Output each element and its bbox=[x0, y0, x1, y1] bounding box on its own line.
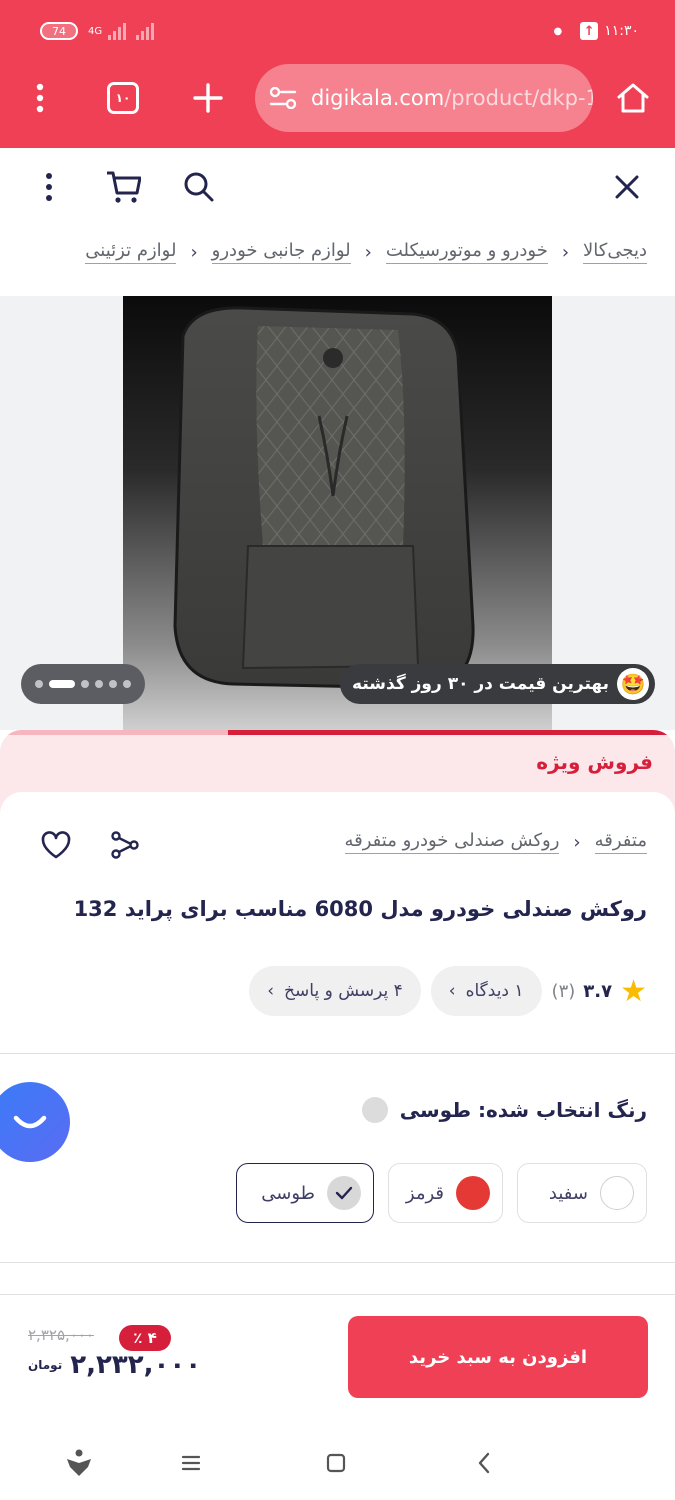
status-right: ● ↑ ۱۱:۳۰ bbox=[553, 14, 639, 48]
recent-apps-icon[interactable] bbox=[166, 1438, 216, 1488]
red-swatch bbox=[456, 1176, 490, 1210]
selected-color-swatch bbox=[361, 1097, 388, 1123]
gallery-pagination[interactable] bbox=[21, 664, 145, 704]
final-price: تومان ۲,۲۳۲,۰۰۰ bbox=[28, 1350, 201, 1380]
category-link[interactable]: روکش صندلی خودرو متفرقه bbox=[344, 830, 560, 854]
add-to-cart-button[interactable]: افزودن به سبد خرید bbox=[348, 1316, 648, 1398]
url-bar[interactable]: digikala.com/product/dkp-1 bbox=[255, 64, 593, 132]
questions-pill[interactable]: ۴ پرسش و پاسخ › bbox=[249, 966, 421, 1016]
special-sale-label: فروش ویژه bbox=[536, 750, 653, 774]
status-left: 74 4G bbox=[40, 14, 155, 48]
category-link[interactable]: متفرقه bbox=[594, 830, 647, 854]
signal-icon bbox=[108, 22, 127, 40]
accessibility-icon[interactable] bbox=[54, 1438, 104, 1488]
rating-value: ۳.۷ bbox=[583, 980, 613, 1002]
chevron-left-icon: › bbox=[267, 981, 275, 1001]
network-label: 4G bbox=[88, 25, 103, 37]
best-price-text: بهترین قیمت در ۳۰ روز گذشته bbox=[352, 674, 609, 694]
browser-chrome: 74 4G ● ↑ ۱۱:۳۰ ۱۰ digikala.com/product/… bbox=[0, 0, 675, 148]
notification-dot-icon: ● bbox=[553, 25, 563, 37]
home-button-icon[interactable] bbox=[311, 1438, 361, 1488]
color-option-label: طوسی bbox=[261, 1182, 315, 1204]
color-option-gray[interactable]: طوسی bbox=[236, 1163, 374, 1223]
chevron-left-icon: › bbox=[448, 981, 456, 1001]
color-option-white[interactable]: سفید bbox=[517, 1163, 647, 1223]
back-icon[interactable] bbox=[459, 1438, 509, 1488]
site-settings-icon[interactable] bbox=[269, 87, 297, 109]
system-navigation bbox=[0, 1424, 675, 1500]
rating-count: (۳) bbox=[551, 980, 576, 1002]
reviews-pill[interactable]: ۱ دیدگاه › bbox=[430, 966, 542, 1016]
color-option-label: قرمز bbox=[405, 1182, 444, 1204]
close-icon[interactable] bbox=[604, 164, 650, 210]
cart-icon[interactable] bbox=[100, 164, 146, 210]
more-options-icon[interactable] bbox=[26, 164, 72, 210]
product-category: متفرقه ‹ روکش صندلی خودرو متفرقه bbox=[344, 830, 647, 854]
breadcrumb-item[interactable]: لوازم تزئینی bbox=[85, 240, 177, 264]
divider bbox=[0, 1262, 675, 1263]
price-value: ۲,۲۳۲,۰۰۰ bbox=[70, 1350, 202, 1380]
product-title: روکش صندلی خودرو مدل 6080 مناسب برای پرا… bbox=[73, 897, 647, 921]
battery-icon: 74 bbox=[40, 22, 78, 40]
chevron-left-icon: ‹ bbox=[561, 241, 570, 263]
clock: ۱۱:۳۰ bbox=[604, 23, 639, 39]
search-icon[interactable] bbox=[176, 164, 222, 210]
tabs-button[interactable]: ۱۰ bbox=[97, 72, 149, 124]
breadcrumb: دیجی‌کالا ‹ خودرو و موتورسیکلت ‹ لوازم ج… bbox=[85, 240, 647, 264]
currency-label: تومان bbox=[28, 1358, 63, 1372]
battery-level: 74 bbox=[52, 24, 66, 38]
signal-icon-2 bbox=[136, 22, 155, 40]
url-path: /product/dkp-1 bbox=[444, 86, 593, 110]
check-icon bbox=[327, 1176, 361, 1210]
new-tab-icon[interactable] bbox=[182, 72, 234, 124]
breadcrumb-item[interactable]: خودرو و موتورسیکلت bbox=[385, 240, 548, 264]
breadcrumb-item[interactable]: لوازم جانبی خودرو bbox=[211, 240, 351, 264]
share-icon[interactable] bbox=[110, 830, 140, 864]
chevron-left-icon: ‹ bbox=[573, 831, 581, 853]
selected-color-text: رنگ انتخاب شده: طوسی bbox=[399, 1098, 647, 1122]
upload-icon: ↑ bbox=[580, 22, 599, 40]
divider bbox=[0, 1053, 675, 1054]
browser-menu-icon[interactable] bbox=[14, 72, 66, 124]
questions-label: ۴ پرسش و پاسخ bbox=[284, 981, 403, 1001]
white-swatch bbox=[600, 1176, 634, 1210]
color-option-red[interactable]: قرمز bbox=[388, 1163, 503, 1223]
rating: ★ ۳.۷ (۳) bbox=[552, 974, 647, 1009]
discount-badge: ۴ ٪ bbox=[119, 1325, 171, 1351]
tab-count: ۱۰ bbox=[107, 82, 139, 114]
breadcrumb-item[interactable]: دیجی‌کالا bbox=[583, 240, 647, 264]
site-header bbox=[0, 148, 675, 226]
best-price-badge: 🤩 بهترین قیمت در ۳۰ روز گذشته bbox=[340, 664, 655, 704]
selected-color: رنگ انتخاب شده: طوسی bbox=[361, 1097, 647, 1123]
url-host: digikala.com bbox=[311, 86, 445, 110]
star-icon: ★ bbox=[620, 973, 647, 1009]
chevron-left-icon: ‹ bbox=[190, 241, 198, 263]
color-option-label: سفید bbox=[548, 1182, 588, 1204]
chevron-left-icon: ‹ bbox=[364, 241, 372, 263]
reviews-label: ۱ دیدگاه bbox=[465, 981, 524, 1001]
star-struck-emoji-icon: 🤩 bbox=[617, 668, 649, 700]
favorite-icon[interactable] bbox=[40, 830, 72, 864]
product-gallery[interactable]: 🤩 بهترین قیمت در ۳۰ روز گذشته bbox=[0, 296, 675, 730]
old-price: ۲,۳۲۵,۰۰۰ bbox=[28, 1326, 94, 1344]
home-icon[interactable] bbox=[607, 72, 659, 124]
rating-row: ★ ۳.۷ (۳) ۱ دیدگاه › ۴ پرسش و پاسخ › bbox=[249, 966, 647, 1016]
